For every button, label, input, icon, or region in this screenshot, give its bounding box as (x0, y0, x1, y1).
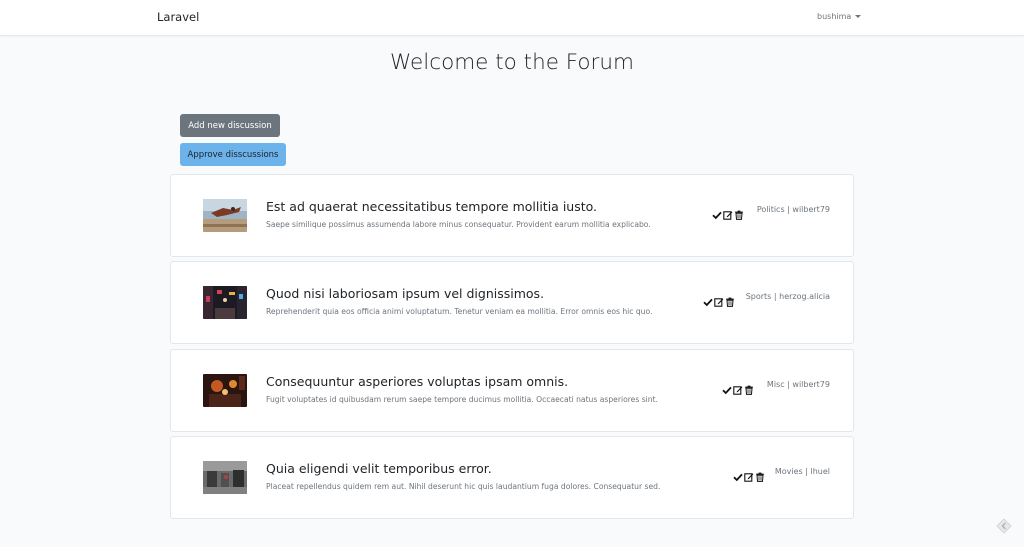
discussion-title[interactable]: Quia eligendi velit temporibus error. (266, 461, 706, 476)
discussion-meta: Misc | wilbert79 (766, 380, 830, 389)
edit-icon[interactable] (714, 297, 724, 307)
discussion-excerpt: Placeat repellendus quidem rem aut. Nihi… (266, 482, 661, 491)
page-title: Welcome to the Forum (390, 50, 634, 75)
check-icon[interactable] (733, 472, 743, 482)
discussion-meta: Politics | wilbert79 (756, 205, 830, 214)
approve-discussions-button[interactable]: Approve disscussions (180, 143, 286, 166)
discussion-card[interactable]: Quia eligendi velit temporibus error. Pl… (170, 436, 854, 519)
discussion-thumbnail (203, 374, 247, 407)
discussion-thumbnail (203, 286, 247, 319)
trash-icon[interactable] (755, 472, 765, 482)
edit-icon[interactable] (733, 385, 743, 395)
discussion-meta: Sports | herzog.alicia (745, 292, 830, 301)
discussion-actions (722, 385, 754, 395)
brand-link[interactable]: Laravel (157, 10, 199, 24)
trash-icon[interactable] (725, 297, 735, 307)
discussion-excerpt: Fugit voluptates id quibusdam rerum saep… (266, 395, 658, 404)
discussion-actions (712, 210, 744, 220)
check-icon[interactable] (712, 210, 722, 220)
discussion-excerpt: Reprehenderit quia eos officia animi vol… (266, 307, 653, 316)
discussion-actions (703, 297, 735, 307)
trash-icon[interactable] (744, 385, 754, 395)
discussion-thumbnail (203, 199, 247, 232)
top-navbar: Laravel bushima (0, 0, 1024, 36)
debugbar-icon[interactable] (996, 518, 1012, 534)
user-dropdown[interactable]: bushima (817, 12, 862, 21)
discussion-excerpt: Saepe similique possimus assumenda labor… (266, 220, 651, 229)
discussion-title[interactable]: Est ad quaerat necessitatibus tempore mo… (266, 199, 706, 214)
trash-icon[interactable] (734, 210, 744, 220)
discussion-title[interactable]: Quod nisi laboriosam ipsum vel dignissim… (266, 286, 706, 301)
edit-icon[interactable] (723, 210, 733, 220)
caret-down-icon (855, 15, 862, 18)
discussion-card[interactable]: Consequuntur asperiores voluptas ipsam o… (170, 349, 854, 432)
check-icon[interactable] (722, 385, 732, 395)
discussion-title[interactable]: Consequuntur asperiores voluptas ipsam o… (266, 374, 706, 389)
add-discussion-button[interactable]: Add new discussion (180, 114, 280, 137)
check-icon[interactable] (703, 297, 713, 307)
discussion-card[interactable]: Est ad quaerat necessitatibus tempore mo… (170, 174, 854, 257)
username-label: bushima (817, 12, 852, 21)
discussion-thumbnail (203, 461, 247, 494)
edit-icon[interactable] (744, 472, 754, 482)
discussion-meta: Movies | lhuel (774, 467, 830, 476)
discussion-actions (733, 472, 765, 482)
discussion-card[interactable]: Quod nisi laboriosam ipsum vel dignissim… (170, 261, 854, 344)
